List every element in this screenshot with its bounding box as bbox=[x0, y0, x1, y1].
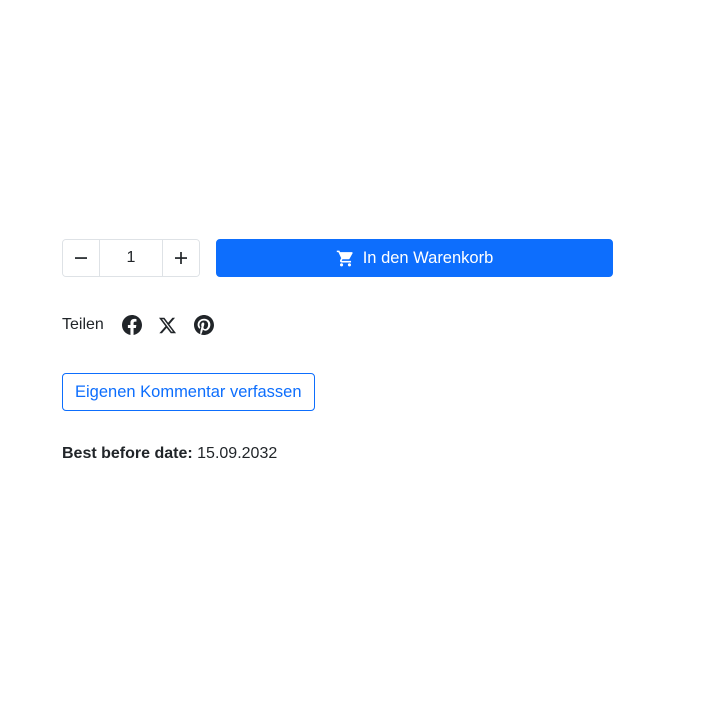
minus-icon bbox=[74, 251, 88, 265]
add-to-cart-row: In den Warenkorb bbox=[62, 239, 613, 277]
product-detail-actions: In den Warenkorb Teilen Eigenen Kommenta… bbox=[0, 0, 720, 720]
facebook-icon[interactable] bbox=[121, 315, 142, 335]
x-twitter-icon[interactable] bbox=[158, 315, 178, 335]
share-label: Teilen bbox=[62, 316, 104, 333]
share-bar: Teilen bbox=[62, 312, 230, 338]
add-to-cart-label: In den Warenkorb bbox=[362, 248, 494, 267]
best-before-label: Best before date: bbox=[62, 445, 193, 462]
write-comment-label: Eigenen Kommentar verfassen bbox=[75, 382, 302, 401]
quantity-input[interactable] bbox=[99, 240, 163, 276]
decrease-quantity-button[interactable] bbox=[63, 240, 99, 276]
increase-quantity-button[interactable] bbox=[163, 240, 199, 276]
write-comment-button[interactable]: Eigenen Kommentar verfassen bbox=[62, 373, 315, 411]
best-before-date: Best before date: 15.09.2032 bbox=[62, 445, 277, 463]
pinterest-icon[interactable] bbox=[193, 315, 214, 335]
shopping-cart-icon bbox=[336, 249, 355, 268]
plus-icon bbox=[174, 251, 188, 265]
quantity-stepper bbox=[62, 239, 200, 277]
add-to-cart-button[interactable]: In den Warenkorb bbox=[216, 239, 613, 277]
best-before-value: 15.09.2032 bbox=[197, 445, 278, 462]
